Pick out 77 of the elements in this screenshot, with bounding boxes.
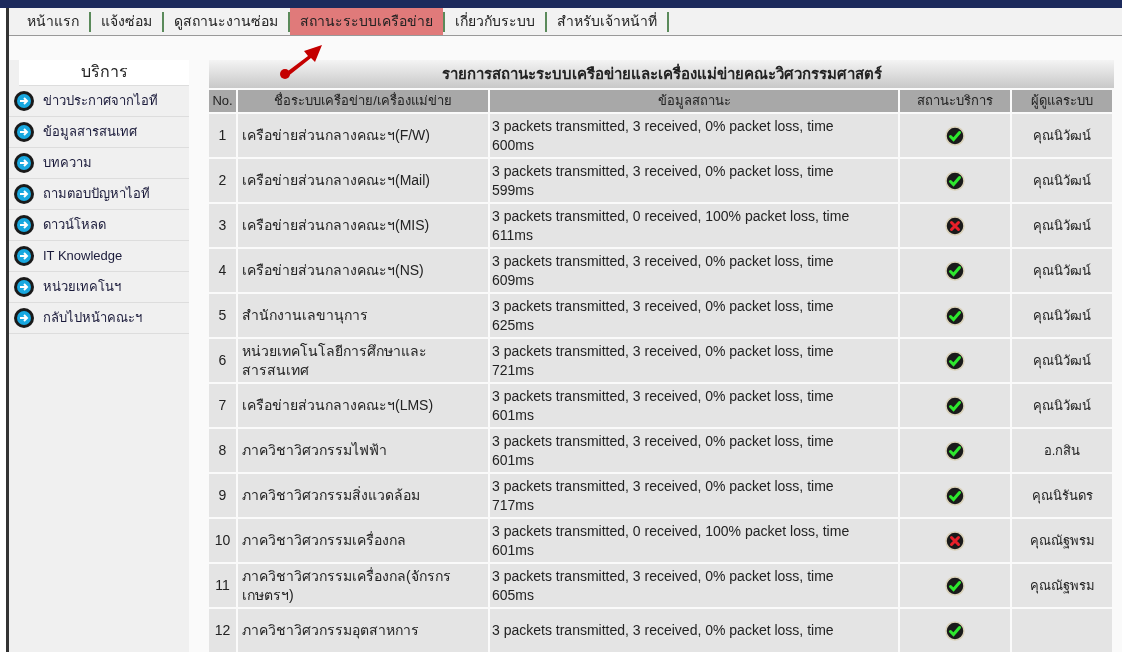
table-cell: อ.กสิน — [1012, 429, 1112, 472]
table-cell: 3 packets transmitted, 0 received, 100% packet loss, time 601ms — [490, 519, 898, 562]
table-cell: 4 — [209, 249, 236, 292]
table-cell: คุณณัฐพรม — [1012, 564, 1112, 607]
nav-tab[interactable]: สถานะระบบเครือข่าย — [290, 8, 443, 35]
table-cell: 7 — [209, 384, 236, 427]
table-cell: เครือข่ายส่วนกลางคณะฯ(NS) — [238, 249, 488, 292]
sidebar-link[interactable]: ดาวน์โหลด — [9, 210, 189, 241]
table-cell: ภาควิชาวิศวกรรมสิ่งแวดล้อม — [238, 474, 488, 517]
nav-tab[interactable]: แจ้งซ่อม — [91, 8, 162, 35]
table-cell: 3 packets transmitted, 3 received, 0% packet loss, time 717ms — [490, 474, 898, 517]
table-cell: 8 — [209, 429, 236, 472]
arrow-bullet-icon — [13, 245, 35, 267]
arrow-bullet-icon — [13, 152, 35, 174]
table-cell: 10 — [209, 519, 236, 562]
nav-tab[interactable]: ดูสถานะงานซ่อม — [164, 8, 288, 35]
table-cell: คุณนิรันดร — [1012, 474, 1112, 517]
table-cell: สำนักงานเลขานุการ — [238, 294, 488, 337]
table-cell: 3 packets transmitted, 3 received, 0% packet loss, time 721ms — [490, 339, 898, 382]
table-cell: 9 — [209, 474, 236, 517]
nav-tab[interactable]: หน้าแรก — [17, 8, 89, 35]
table-cell: เครือข่ายส่วนกลางคณะฯ(F/W) — [238, 114, 488, 157]
table-cell: 3 packets transmitted, 3 received, 0% packet loss, time 601ms — [490, 384, 898, 427]
table-cell: คุณนิวัฒน์ — [1012, 339, 1112, 382]
table-cell: คุณนิวัฒน์ — [1012, 294, 1112, 337]
table-cell: คุณนิวัฒน์ — [1012, 114, 1112, 157]
arrow-bullet-icon — [13, 276, 35, 298]
table-cell: 3 packets transmitted, 3 received, 0% packet loss, time 599ms — [490, 159, 898, 202]
column-header: ผู้ดูแลระบบ — [1012, 90, 1112, 112]
table-cell: คุณนิวัฒน์ — [1012, 159, 1112, 202]
sidebar-link[interactable]: บทความ — [9, 148, 189, 179]
table-cell: คุณนิวัฒน์ — [1012, 204, 1112, 247]
table-cell: ภาควิชาวิศวกรรมเครื่องกล — [238, 519, 488, 562]
table-cell: 3 packets transmitted, 3 received, 0% packet loss, time 605ms — [490, 564, 898, 607]
sidebar-link[interactable]: IT Knowledge — [9, 241, 189, 272]
sidebar-link[interactable]: หน่วยเทคโนฯ — [9, 272, 189, 303]
table-title: รายการสถานะระบบเครือข่ายและเครื่องแม่ข่ายคณะวิศวกรรมศาสตร์ — [209, 60, 1114, 88]
table-cell: 3 packets transmitted, 3 received, 0% packet loss, time 625ms — [490, 294, 898, 337]
table-cell: ภาควิชาวิศวกรรมอุตสาหการ — [238, 609, 488, 652]
column-header: ข้อมูลสถานะ — [490, 90, 898, 112]
sidebar-link[interactable]: ข้อมูลสารสนเทศ — [9, 117, 189, 148]
table-cell: 11 — [209, 564, 236, 607]
table-cell: ภาควิชาวิศวกรรมเครื่องกล(จักรกรเกษตรฯ) — [238, 564, 488, 607]
table-cell: 12 — [209, 609, 236, 652]
table-cell: 3 — [209, 204, 236, 247]
table-cell: 6 — [209, 339, 236, 382]
sidebar-title: บริการ — [19, 60, 189, 86]
arrow-bullet-icon — [13, 183, 35, 205]
table-cell: 3 packets transmitted, 0 received, 100% packet loss, time 611ms — [490, 204, 898, 247]
table-cell: 1 — [209, 114, 236, 157]
column-header: ชื่อระบบเครือข่าย/เครื่องแม่ข่าย — [238, 90, 488, 112]
arrow-bullet-icon — [13, 90, 35, 112]
table-cell: 5 — [209, 294, 236, 337]
pointer-arrow-icon — [278, 42, 324, 80]
table-cell: 3 packets transmitted, 3 received, 0% packet loss, time 609ms — [490, 249, 898, 292]
table-cell: เครือข่ายส่วนกลางคณะฯ(MIS) — [238, 204, 488, 247]
column-header: No. — [209, 90, 236, 112]
sidebar-link[interactable]: กลับไปหน้าคณะฯ — [9, 303, 189, 334]
table-cell: 3 packets transmitted, 3 received, 0% packet loss, time 600ms — [490, 114, 898, 157]
table-cell: ภาควิชาวิศวกรรมไฟฟ้า — [238, 429, 488, 472]
sidebar-link[interactable]: ข่าวประกาศจากไอที — [9, 86, 189, 117]
table-cell: เครือข่ายส่วนกลางคณะฯ(LMS) — [238, 384, 488, 427]
column-header: สถานะบริการ — [900, 90, 1010, 112]
nav-tab[interactable]: สำหรับเจ้าหน้าที่ — [547, 8, 667, 35]
table-cell: 2 — [209, 159, 236, 202]
table-cell: คุณนิวัฒน์ — [1012, 384, 1112, 427]
table-cell: คุณนิวัฒน์ — [1012, 249, 1112, 292]
nav-tab[interactable]: เกี่ยวกับระบบ — [445, 8, 545, 35]
table-cell: หน่วยเทคโนโลยีการศึกษาและสารสนเทศ — [238, 339, 488, 382]
table-cell: คุณณัฐพรม — [1012, 519, 1112, 562]
table-cell: เครือข่ายส่วนกลางคณะฯ(Mail) — [238, 159, 488, 202]
arrow-bullet-icon — [13, 121, 35, 143]
table-cell: 3 packets transmitted, 3 received, 0% packet loss, time 601ms — [490, 429, 898, 472]
arrow-bullet-icon — [13, 307, 35, 329]
sidebar-link[interactable]: ถามตอบปัญหาไอที — [9, 179, 189, 210]
arrow-bullet-icon — [13, 214, 35, 236]
table-cell: 3 packets transmitted, 3 received, 0% packet loss, time — [490, 609, 898, 652]
